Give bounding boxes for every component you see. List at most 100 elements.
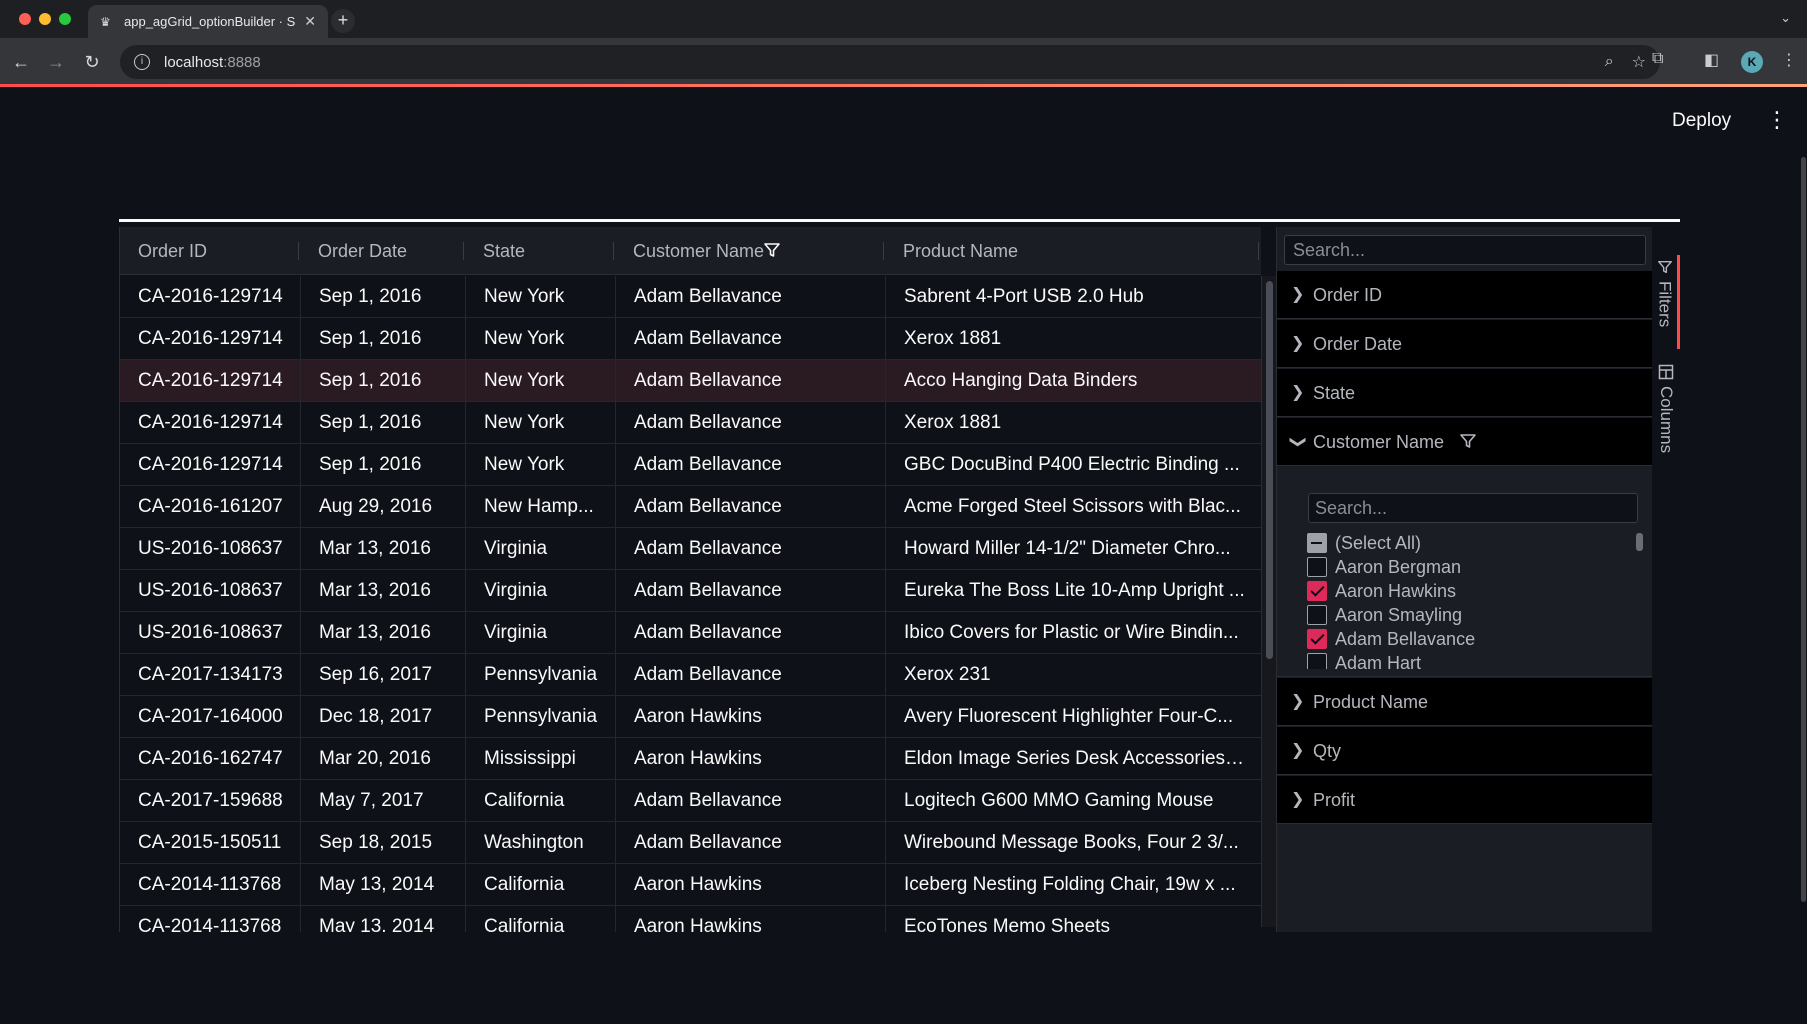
profile-avatar[interactable]: K [1741, 51, 1763, 73]
state-cell[interactable]: Mississippi [465, 738, 615, 780]
header-state[interactable]: State [465, 227, 615, 275]
back-button[interactable]: ← [9, 50, 33, 74]
filter-active-icon[interactable] [763, 241, 781, 259]
forward-button[interactable]: → [44, 50, 68, 74]
customer-name-cell[interactable]: Adam Bellavance [615, 780, 885, 822]
checkbox[interactable] [1307, 557, 1327, 577]
state-cell[interactable]: Virginia [465, 570, 615, 612]
state-cell[interactable]: California [465, 780, 615, 822]
order-date-cell[interactable]: Sep 1, 2016 [300, 318, 465, 360]
set-filter-item[interactable]: Aaron Hawkins [1307, 579, 1456, 603]
set-filter-item[interactable]: Adam Hart [1307, 651, 1421, 669]
order-id-cell[interactable]: CA-2017-134173 [120, 654, 300, 696]
table-row[interactable]: CA-2016-161207 Aug 29, 2016 New Hamp... Ada… [120, 486, 1261, 528]
order-date-cell[interactable]: May 7, 2017 [300, 780, 465, 822]
order-date-cell[interactable]: Dec 18, 2017 [300, 696, 465, 738]
table-row[interactable]: CA-2014-113768 May 13, 2014 California Aaro… [120, 864, 1261, 906]
order-id-cell[interactable]: CA-2016-129714 [120, 318, 300, 360]
checkbox[interactable] [1307, 581, 1327, 601]
order-id-cell[interactable]: US-2016-108637 [120, 570, 300, 612]
table-row[interactable]: CA-2017-159688 May 7, 2017 California Adam … [120, 780, 1261, 822]
order-date-cell[interactable]: Sep 18, 2015 [300, 822, 465, 864]
browser-menu-icon[interactable]: ⋮ [1781, 50, 1797, 70]
grid-vertical-scrollbar[interactable] [1261, 276, 1276, 927]
order-date-cell[interactable]: May 13, 2014 [300, 906, 465, 932]
set-filter-scrollbar[interactable] [1636, 533, 1644, 669]
order-id-cell[interactable]: CA-2016-162747 [120, 738, 300, 780]
product-name-cell[interactable]: Acco Hanging Data Binders [885, 360, 1261, 402]
column-resize-handle[interactable] [1258, 242, 1259, 260]
filter-group-state[interactable]: ❯ State [1277, 369, 1653, 417]
order-date-cell[interactable]: Aug 29, 2016 [300, 486, 465, 528]
browser-tab[interactable]: ♛ app_agGrid_optionBuilder · S ✕ [88, 5, 328, 38]
customer-name-cell[interactable]: Adam Bellavance [615, 822, 885, 864]
customer-name-cell[interactable]: Aaron Hawkins [615, 696, 885, 738]
state-cell[interactable]: New York [465, 444, 615, 486]
set-filter-item[interactable]: Adam Bellavance [1307, 627, 1475, 651]
bookmark-star-icon[interactable]: ☆ [1632, 52, 1646, 72]
order-id-cell[interactable]: CA-2014-113768 [120, 864, 300, 906]
state-cell[interactable]: Virginia [465, 528, 615, 570]
state-cell[interactable]: Washington [465, 822, 615, 864]
order-date-cell[interactable]: Mar 20, 2016 [300, 738, 465, 780]
order-date-cell[interactable]: Mar 13, 2016 [300, 570, 465, 612]
site-info-icon[interactable]: i [134, 54, 150, 70]
scrollbar-thumb[interactable] [1266, 281, 1273, 659]
customer-name-cell[interactable]: Adam Bellavance [615, 276, 885, 318]
customer-filter-search-input[interactable] [1308, 493, 1638, 523]
page-scrollbar[interactable] [1801, 157, 1806, 902]
reload-button[interactable]: ↻ [80, 50, 104, 74]
customer-name-cell[interactable]: Adam Bellavance [615, 570, 885, 612]
order-date-cell[interactable]: Sep 1, 2016 [300, 276, 465, 318]
customer-name-cell[interactable]: Adam Bellavance [615, 612, 885, 654]
customer-name-cell[interactable]: Aaron Hawkins [615, 738, 885, 780]
scrollbar-thumb[interactable] [1636, 533, 1643, 551]
tab-search-chevron-icon[interactable]: ⌄ [1780, 10, 1791, 26]
product-name-cell[interactable]: Ibico Covers for Plastic or Wire Bindin.… [885, 612, 1261, 654]
table-row[interactable]: CA-2014-113768 May 13, 2014 California Aaro… [120, 906, 1261, 932]
checkbox[interactable] [1307, 605, 1327, 625]
state-cell[interactable]: California [465, 906, 615, 932]
customer-name-cell[interactable]: Aaron Hawkins [615, 864, 885, 906]
checkbox[interactable] [1307, 653, 1327, 669]
state-cell[interactable]: California [465, 864, 615, 906]
state-cell[interactable]: New Hamp... [465, 486, 615, 528]
new-tab-button[interactable]: + [331, 9, 355, 33]
order-date-cell[interactable]: May 13, 2014 [300, 864, 465, 906]
product-name-cell[interactable]: Acme Forged Steel Scissors with Blac... [885, 486, 1261, 528]
deploy-button[interactable]: Deploy [1672, 110, 1731, 132]
table-row[interactable]: CA-2016-129714 Sep 1, 2016 New York Adam Be… [120, 360, 1261, 402]
order-id-cell[interactable]: CA-2016-161207 [120, 486, 300, 528]
header-product-name[interactable]: Product Name [885, 227, 1261, 275]
window-minimize-button[interactable] [39, 13, 51, 25]
order-id-cell[interactable]: CA-2016-129714 [120, 360, 300, 402]
set-filter-item[interactable]: Aaron Bergman [1307, 555, 1461, 579]
table-row[interactable]: CA-2016-129714 Sep 1, 2016 New York Adam Be… [120, 444, 1261, 486]
order-id-cell[interactable]: CA-2017-159688 [120, 780, 300, 822]
customer-name-cell[interactable]: Adam Bellavance [615, 486, 885, 528]
table-row[interactable]: CA-2016-129714 Sep 1, 2016 New York Adam Be… [120, 276, 1261, 318]
product-name-cell[interactable]: Eldon Image Series Desk Accessories, ... [885, 738, 1261, 780]
product-name-cell[interactable]: Xerox 1881 [885, 318, 1261, 360]
header-order-date[interactable]: Order Date [300, 227, 465, 275]
table-row[interactable]: CA-2017-164000 Dec 18, 2017 Pennsylvania Aa… [120, 696, 1261, 738]
extensions-icon[interactable]: ⧉ [1652, 50, 1663, 68]
product-name-cell[interactable]: Wirebound Message Books, Four 2 3/... [885, 822, 1261, 864]
column-resize-handle[interactable] [463, 242, 464, 260]
product-name-cell[interactable]: Howard Miller 14-1/2" Diameter Chro... [885, 528, 1261, 570]
product-name-cell[interactable]: Xerox 1881 [885, 402, 1261, 444]
product-name-cell[interactable]: Iceberg Nesting Folding Chair, 19w x ... [885, 864, 1261, 906]
column-resize-handle[interactable] [613, 242, 614, 260]
order-id-cell[interactable]: CA-2016-129714 [120, 402, 300, 444]
table-row[interactable]: US-2016-108637 Mar 13, 2016 Virginia Adam B… [120, 528, 1261, 570]
window-maximize-button[interactable] [59, 13, 71, 25]
address-bar[interactable]: i localhost:8888 ⌕ ☆ [120, 45, 1660, 79]
state-cell[interactable]: New York [465, 402, 615, 444]
filter-group-order-id[interactable]: ❯ Order ID [1277, 271, 1653, 319]
customer-name-cell[interactable]: Aaron Hawkins [615, 906, 885, 932]
state-cell[interactable]: Pennsylvania [465, 654, 615, 696]
window-close-button[interactable] [19, 13, 31, 25]
order-id-cell[interactable]: CA-2014-113768 [120, 906, 300, 932]
column-resize-handle[interactable] [298, 242, 299, 260]
tab-filters[interactable]: Filters [1652, 255, 1680, 349]
